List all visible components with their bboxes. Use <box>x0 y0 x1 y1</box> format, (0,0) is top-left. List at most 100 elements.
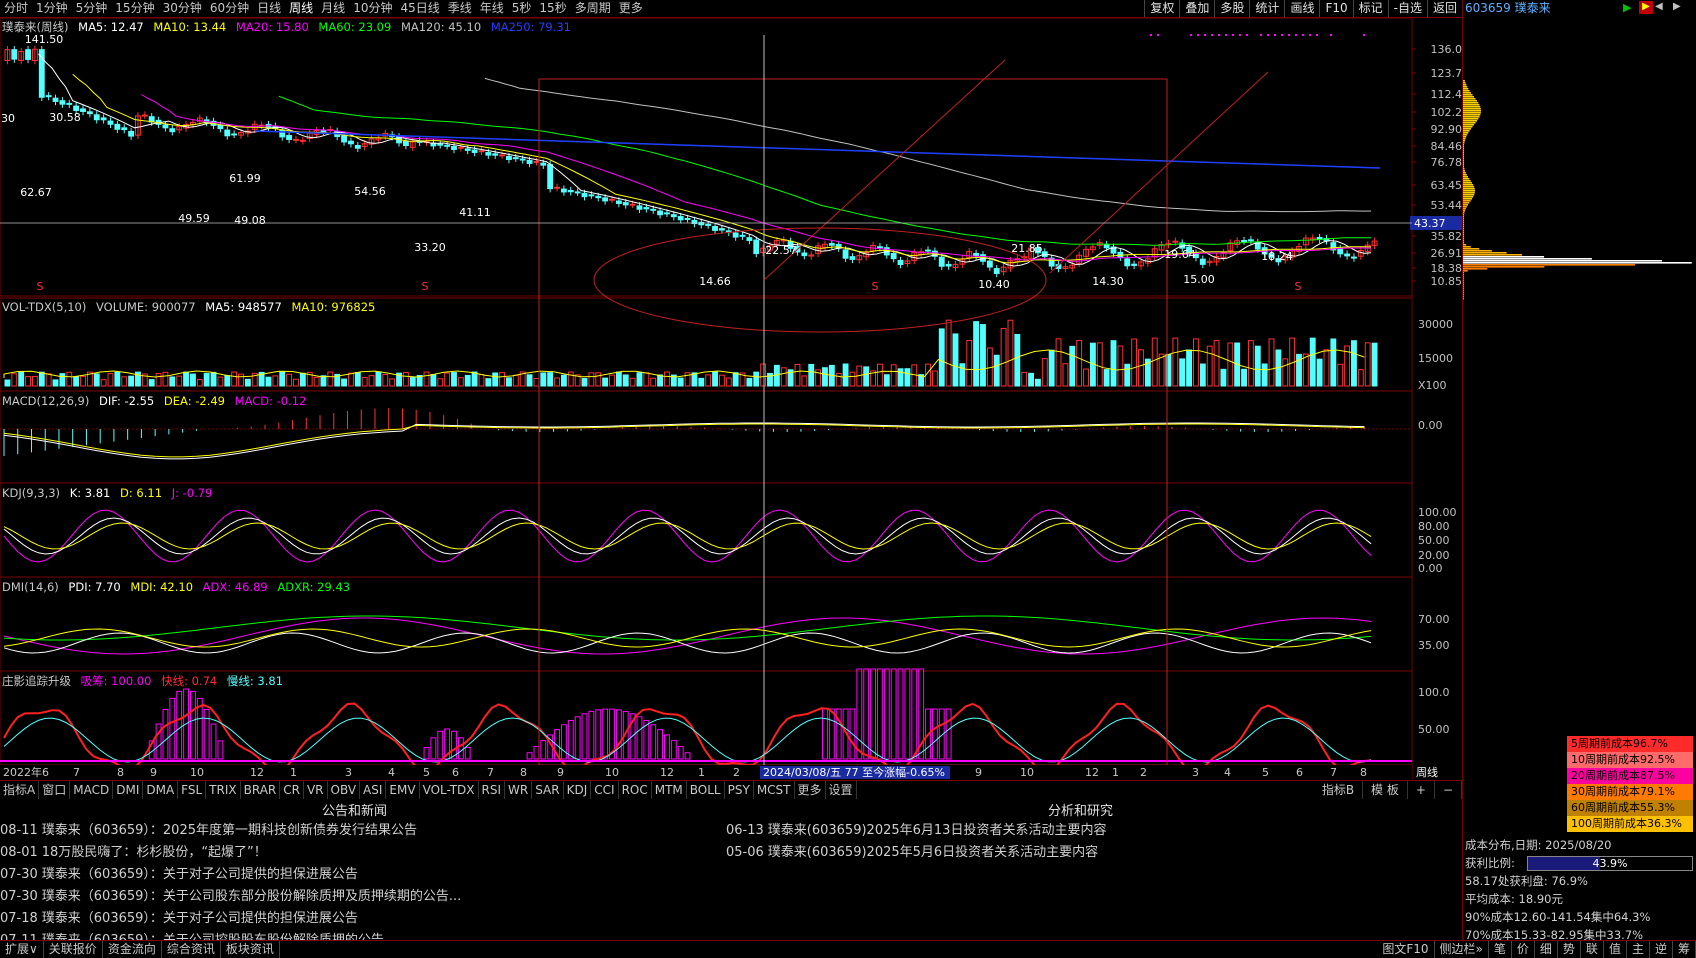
indicator-tab-11[interactable]: ASI <box>360 781 387 799</box>
indicator-tab-12[interactable]: EMV <box>386 781 420 799</box>
zy-title[interactable]: 庄影追踪升级 <box>2 674 71 688</box>
bottom-right-4[interactable]: 细 <box>1535 941 1558 958</box>
bottom-right-0[interactable]: 图文F10 <box>1377 941 1435 958</box>
period-6[interactable]: 日线 <box>253 0 285 17</box>
toolbar-button-1[interactable]: 叠加 <box>1179 0 1214 17</box>
news-item[interactable]: 07-30 璞泰来（603659）：关于对子公司提供的担保进展公告 <box>0 864 720 886</box>
period-4[interactable]: 30分钟 <box>159 0 206 17</box>
period-10[interactable]: 45日线 <box>396 0 443 17</box>
indicator-tab-13[interactable]: VOL-TDX <box>420 781 479 799</box>
indicator-right-2[interactable]: + <box>1408 781 1435 799</box>
macd-legend: MACD(12,26,9) DIF: -2.55 DEA: -2.49 MACD… <box>2 393 312 409</box>
period-16[interactable]: 更多 <box>615 0 647 17</box>
period-13[interactable]: 5秒 <box>508 0 536 17</box>
indicator-tab-10[interactable]: OBV <box>328 781 361 799</box>
candle <box>25 49 31 60</box>
indicator-tab-6[interactable]: TRIX <box>206 781 241 799</box>
indicator-tab-14[interactable]: RSI <box>479 781 506 799</box>
news-item[interactable]: 07-18 璞泰来（603659）：关于对子公司提供的担保进展公告 <box>0 908 720 930</box>
period-11[interactable]: 季线 <box>444 0 476 17</box>
macd-title[interactable]: MACD(12,26,9) <box>2 394 89 408</box>
toolbar-button-6[interactable]: 标记 <box>1352 0 1388 17</box>
indicator-tab-25[interactable]: 设置 <box>826 781 857 799</box>
flag-red-icon[interactable]: ▶ <box>1639 1 1653 14</box>
period-2[interactable]: 5分钟 <box>72 0 112 17</box>
indicator-tab-3[interactable]: DMI <box>113 781 144 799</box>
indicator-tab-17[interactable]: KDJ <box>564 781 592 799</box>
indicator-right-3[interactable]: − <box>1435 781 1462 799</box>
chip-bar <box>1463 206 1467 208</box>
period-14[interactable]: 15秒 <box>535 0 570 17</box>
candle <box>973 252 980 257</box>
indicator-right-1[interactable]: 模 板 <box>1363 781 1408 799</box>
bottom-right-5[interactable]: 势 <box>1558 941 1581 958</box>
period-5[interactable]: 60分钟 <box>206 0 253 17</box>
period-0[interactable]: 分时 <box>0 0 32 17</box>
candle <box>512 157 519 160</box>
indicator-tab-9[interactable]: VR <box>304 781 328 799</box>
research-item[interactable]: 05-06 璞泰来(603659)2025年5月6日投资者关系活动主要内容 <box>726 842 1456 864</box>
indicator-tab-21[interactable]: BOLL <box>687 781 725 799</box>
bottom-tab-4[interactable]: 板块资讯 <box>221 941 280 958</box>
dmi-title[interactable]: DMI(14,6) <box>2 580 59 594</box>
indicator-tab-4[interactable]: DMA <box>143 781 179 799</box>
indicator-tab-23[interactable]: MCST <box>754 781 795 799</box>
period-15[interactable]: 多周期 <box>571 0 615 17</box>
bottom-tab-3[interactable]: 综合资讯 <box>162 941 221 958</box>
toolbar-button-8[interactable]: 返回 <box>1426 0 1462 17</box>
flag-green-icon[interactable]: ▶ <box>1623 1 1637 14</box>
bottom-right-9[interactable]: 逆 <box>1650 941 1673 958</box>
period-9[interactable]: 10分钟 <box>349 0 396 17</box>
indicator-tab-8[interactable]: CR <box>280 781 304 799</box>
indicator-tab-2[interactable]: MACD <box>70 781 114 799</box>
news-item[interactable]: 08-11 璞泰来（603659）：2025年度第一期科技创新债券发行结果公告 <box>0 820 720 842</box>
bottom-right-2[interactable]: 笔 <box>1489 941 1512 958</box>
toolbar-button-3[interactable]: 统计 <box>1249 0 1284 17</box>
toolbar-button-2[interactable]: 多股 <box>1214 0 1249 17</box>
indicator-tab-19[interactable]: ROC <box>619 781 652 799</box>
indicator-tab-15[interactable]: WR <box>505 781 533 799</box>
news-item[interactable]: 08-01 18万股民嗨了：杉杉股份，“起爆了”！ <box>0 842 720 864</box>
candle <box>485 152 492 156</box>
vol-title[interactable]: VOL-TDX(5,10) <box>2 300 86 314</box>
indicator-right-0[interactable]: 指标B <box>1314 781 1364 799</box>
indicator-tab-0[interactable]: 指标A <box>0 781 40 799</box>
arrow-right-icon[interactable]: ▶ <box>1673 1 1687 14</box>
period-12[interactable]: 年线 <box>476 0 508 17</box>
bottom-right-7[interactable]: 值 <box>1604 941 1627 958</box>
zy-bar <box>437 730 444 760</box>
bottom-right-6[interactable]: 联 <box>1581 941 1604 958</box>
toolbar-button-7[interactable]: -自选 <box>1387 0 1427 17</box>
bottom-tab-0[interactable]: 扩展∨ <box>0 941 44 958</box>
indicator-tab-7[interactable]: BRAR <box>241 781 281 799</box>
indicator-tab-16[interactable]: SAR <box>532 781 564 799</box>
bottom-right-10[interactable]: 筹 <box>1673 941 1696 958</box>
period-1[interactable]: 1分钟 <box>32 0 72 17</box>
indicator-tab-24[interactable]: 更多 <box>795 781 826 799</box>
candle <box>162 124 169 129</box>
news-item[interactable]: 07-11璞泰来（603659）：关于公司控股股东股份解除质押的公告 <box>0 930 720 940</box>
indicator-tab-20[interactable]: MTM <box>652 781 687 799</box>
bottom-right-3[interactable]: 价 <box>1512 941 1535 958</box>
period-7[interactable]: 周线 <box>285 0 317 17</box>
bottom-right-1[interactable]: 侧边栏» <box>1435 941 1489 958</box>
period-8[interactable]: 月线 <box>317 0 349 17</box>
research-item[interactable]: 06-13 璞泰来(603659)2025年6月13日投资者关系活动主要内容 <box>726 820 1456 842</box>
indicator-tab-22[interactable]: PSY <box>725 781 754 799</box>
indicator-tab-1[interactable]: 窗口 <box>39 781 71 799</box>
toolbar-button-5[interactable]: F10 <box>1319 0 1352 17</box>
volume-bar <box>203 372 210 387</box>
price-annotation: 14.30 <box>1092 275 1124 288</box>
indicator-tab-18[interactable]: CCI <box>591 781 619 799</box>
indicator-tab-5[interactable]: FSL <box>178 781 207 799</box>
toolbar-button-0[interactable]: 复权 <box>1144 0 1179 17</box>
toolbar-button-4[interactable]: 画线 <box>1284 0 1319 17</box>
kdj-title[interactable]: KDJ(9,3,3) <box>2 486 60 500</box>
bottom-tab-2[interactable]: 资金流向 <box>103 941 162 958</box>
chip-bar <box>1463 88 1469 90</box>
expand-icon[interactable]: ◀ <box>1655 1 1669 14</box>
bottom-right-8[interactable]: 主 <box>1627 941 1650 958</box>
news-item[interactable]: 07-30 璞泰来（603659）：关于公司股东部分股份解除质押及质押续期的公告.… <box>0 886 720 908</box>
bottom-tab-1[interactable]: 关联报价 <box>44 941 103 958</box>
period-3[interactable]: 15分钟 <box>111 0 158 17</box>
